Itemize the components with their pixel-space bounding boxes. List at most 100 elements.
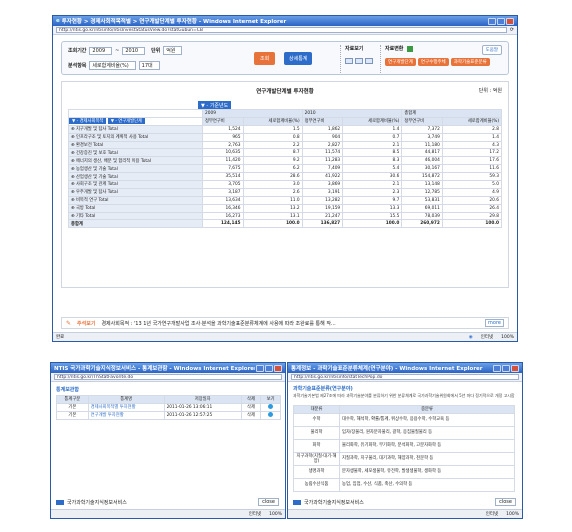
status-zone: 인터넷 <box>480 335 494 340</box>
option-performer-button[interactable]: 연구수행주체 <box>417 58 449 66</box>
list-item[interactable]: 기본 연구개발 투자현황 2011-01-26 12:57:25 삭제 <box>56 410 281 420</box>
row-label[interactable]: ⊕ 환경보전 Total <box>68 140 203 150</box>
table-row[interactable]: ⊕ 우주개발 및 탐사 Total 3,187 2.6 3,191 2.3 12,785 4… <box>68 187 503 197</box>
table-row[interactable]: ⊕ 지구개발 및 탐사 Total 1,524 1.5 1,862 1.4 7,372 2.… <box>68 124 503 134</box>
maximize-button[interactable] <box>265 364 273 372</box>
unit-select[interactable]: 억원 <box>163 46 183 55</box>
table-row[interactable]: ⊕ 인프라구조 및 토지의 계획적 사용 Total 965 0.8 904 0.7 3,… <box>68 132 503 142</box>
table-row[interactable]: ⊕ 국방 Total 16,346 13.2 19,159 13.3 69,011 26.4 <box>68 203 503 213</box>
row-label[interactable]: ⊕ 국방 Total <box>68 203 203 213</box>
cell-value: 7,372 <box>401 124 443 134</box>
search-button[interactable]: 조회 <box>254 52 276 65</box>
option-rnd-stage-button[interactable]: 연구개발단계 <box>385 58 416 66</box>
row-label[interactable]: ⊕ 농업생산 및 기술 Total <box>68 164 203 174</box>
note-toggle[interactable]: 주석보기 <box>77 320 95 327</box>
stat-name-link[interactable]: 연구개발 투자현황 <box>87 410 165 420</box>
table-row[interactable]: ⊕ 기타 Total 16,273 13.1 21,247 15.5 78,039 29.8 <box>68 211 503 221</box>
cell-value: 11.6 <box>441 164 503 174</box>
stat-name-link[interactable]: 경제사회목적별 투자현황 <box>87 402 165 412</box>
zoom-level[interactable]: 100% <box>501 335 514 340</box>
zoom-level[interactable]: 100% <box>269 512 282 517</box>
analysis-label: 분석항목 <box>68 63 87 69</box>
view-icon[interactable] <box>260 402 281 412</box>
row-label[interactable]: ⊕ 건강증진 및 보호 Total <box>68 148 203 158</box>
row-label[interactable]: ⊕ 우주개발 및 탐사 Total <box>68 187 203 197</box>
analysis-select[interactable]: 세로합계비율(%) <box>89 61 136 70</box>
address-field[interactable]: http://ntis.go.kr/ntisinfo/ntisInvestSta… <box>56 27 507 33</box>
major-class: 농림수산식품 <box>293 477 340 492</box>
help-button[interactable]: 도움말 <box>481 45 502 55</box>
maximize-button[interactable] <box>497 17 505 25</box>
close-button[interactable] <box>274 364 282 372</box>
list-item[interactable]: 기본 경제사회목적별 투자현황 2011-01-26 13:06:11 삭제 <box>56 402 281 412</box>
row-label[interactable]: ⊕ 지구개발 및 탐사 Total <box>68 124 203 134</box>
cell-value: 53,831 <box>401 195 443 205</box>
address-bar: http://ntis.go.kr/ntisinfo/statTechPop.d… <box>288 373 522 382</box>
table-row[interactable]: ⊕ 농업생산 및 기술 Total 7,675 6.2 7,409 5.4 30,167 1… <box>68 164 503 174</box>
close-button[interactable] <box>506 17 514 25</box>
cell-value: 2.3 <box>342 187 403 197</box>
row-label[interactable]: ⊕ 기타 Total <box>68 211 203 221</box>
zoom-level[interactable]: 100% <box>506 512 519 517</box>
cell-value: 3,869 <box>301 180 344 189</box>
row-dim-purpose[interactable]: ▼ - 경제사회목적 <box>69 118 107 125</box>
cell-value: 19,159 <box>301 203 344 213</box>
minimize-button[interactable] <box>256 364 264 372</box>
row-label[interactable]: ⊕ 인프라구조 및 토지의 계획적 사용 Total <box>68 132 203 142</box>
cell-value: 3,749 <box>401 132 443 142</box>
close-link[interactable]: close <box>495 498 516 506</box>
measure-header: 정부연구비 <box>202 116 244 126</box>
row-label[interactable]: 총합계 <box>68 219 203 229</box>
list-item: 지구과학(지질·대기·해양) 지질과학, 지구물리, 대기과학, 해양과학, 천문… <box>293 451 515 466</box>
close-link[interactable]: close <box>258 498 279 506</box>
col-header: 중분류 <box>339 405 515 414</box>
view-grid-icon[interactable] <box>345 58 353 64</box>
delete-button[interactable]: 삭제 <box>240 402 262 412</box>
ie-icon: e <box>56 18 60 24</box>
table-row[interactable]: ⊕ 비목적 연구 Total 13,634 11.0 13,282 9.7 53,831 2… <box>68 195 503 205</box>
year-from-select[interactable]: 2009 <box>89 46 113 55</box>
row-label[interactable]: ⊕ 에너지의 생산, 배분 및 합리적 이용 Total <box>68 156 203 166</box>
view-icon[interactable] <box>260 410 281 420</box>
table-row[interactable]: ⊕ 에너지의 생산, 배분 및 합리적 이용 Total 11,420 9.2 11,… <box>68 156 503 166</box>
row-dims: ▼ - 경제사회목적 ▼ - 연구개발단계 <box>68 116 203 126</box>
note-more-link[interactable]: more <box>485 319 504 327</box>
row-label[interactable]: ⊕ 비목적 연구 Total <box>68 195 203 205</box>
measure-header: 세로합계비율(%) <box>242 116 303 126</box>
rows-select[interactable]: 17대 <box>138 61 160 70</box>
table-row[interactable]: ⊕ 산업생산 및 기술 Total 35,514 28.6 41,922 30.6 154… <box>68 172 503 182</box>
table-row[interactable]: ⊕ 환경보전 Total 2,763 2.2 2,827 2.1 11,180 4.3 <box>68 140 503 150</box>
close-button[interactable] <box>511 364 519 372</box>
period-label: 조회기간 <box>68 48 87 54</box>
table-row[interactable]: ⊕ 사회구조 및 관계 Total 3,705 3.0 3,869 2.1 13,148 5… <box>68 180 503 189</box>
cell-value: 904 <box>301 132 344 142</box>
note-text: 경제사회목적 : '13 1년 국가연구개발사업 조사·분석을 과학기술표준분류… <box>101 320 336 327</box>
cell-value: 13.2 <box>242 203 303 213</box>
option-science-class-button[interactable]: 과학기술표준분류 <box>450 58 490 66</box>
detail-stats-button[interactable]: 상세통계 <box>284 52 313 65</box>
row-dim-stage[interactable]: ▼ - 연구개발단계 <box>107 118 145 125</box>
table-row[interactable]: 총합계 124,145 100.0 136,827 100.0 260,972 100.0 <box>68 219 503 229</box>
refresh-icon[interactable]: ⟳ <box>510 27 514 33</box>
minor-class: 지질과학, 지구물리, 대기과학, 해양과학, 천문학 등 <box>339 451 515 466</box>
cell-value: 1,862 <box>301 124 344 134</box>
maximize-button[interactable] <box>502 364 510 372</box>
cell-value: 17.6 <box>441 156 503 166</box>
address-field[interactable]: http://ntis.go.kr/ntisinfo/statTechPop.d… <box>291 374 519 380</box>
minimize-button[interactable] <box>488 17 496 25</box>
view-chart-icon[interactable] <box>355 58 363 64</box>
table-row[interactable]: ⊕ 건강증진 및 보호 Total 10,635 8.7 11,574 8.5 44,81… <box>68 148 503 158</box>
minor-class: 분자생물학, 세포생물학, 유전학, 발생생물학, 생화학 등 <box>339 464 515 479</box>
saved-date: 2011-01-26 12:57:25 <box>163 410 242 420</box>
year-to-select[interactable]: 2010 <box>122 46 146 55</box>
view-both-icon[interactable] <box>365 58 373 64</box>
title-bar: e 투자현황 > 경제사회적목적별 > 연구개발단계별 투자현황 - Windo… <box>53 16 517 26</box>
cell-value: 100.0 <box>441 219 503 229</box>
cell-value: 16,346 <box>202 203 244 213</box>
excel-icon[interactable] <box>407 45 413 52</box>
address-field[interactable]: http://ntis.go.kr/ThStatFavorite.do <box>54 374 282 380</box>
minimize-button[interactable] <box>493 364 501 372</box>
delete-button[interactable]: 삭제 <box>240 410 262 420</box>
row-label[interactable]: ⊕ 산업생산 및 기술 Total <box>68 172 203 182</box>
row-label[interactable]: ⊕ 사회구조 및 관계 Total <box>68 180 203 189</box>
